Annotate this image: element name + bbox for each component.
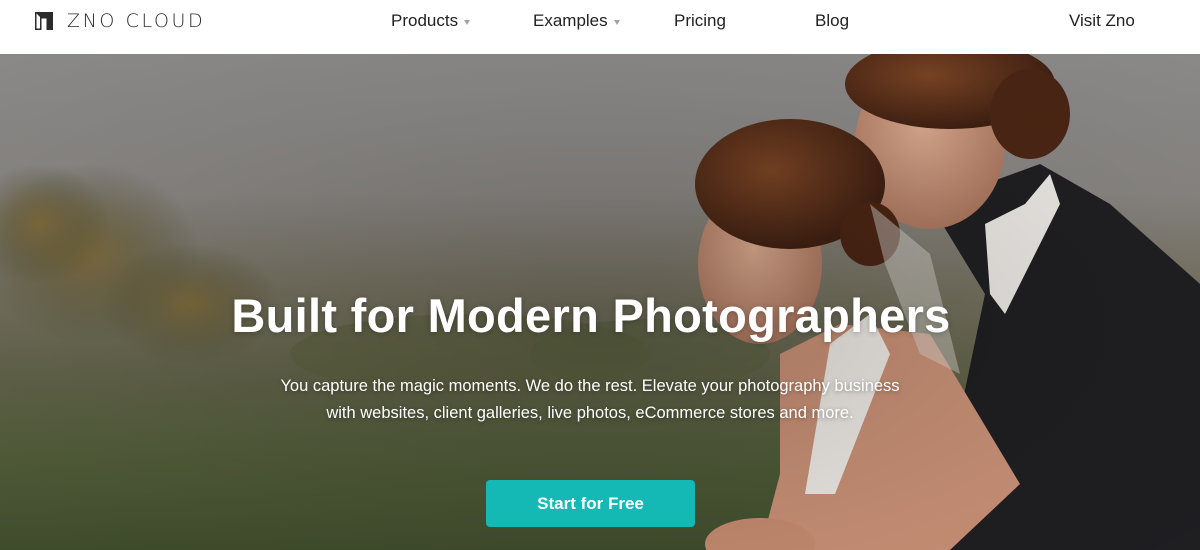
brand-logo[interactable]: ZNO CLOUD — [34, 10, 205, 32]
brand-name: ZNO CLOUD — [67, 10, 206, 32]
hero-title: Built for Modern Photographers — [231, 289, 951, 342]
start-for-free-button[interactable]: Start for Free — [486, 480, 695, 527]
nav-pricing-label: Pricing — [674, 11, 726, 30]
nav-pricing[interactable]: Pricing — [674, 10, 726, 32]
hero-subtitle: You capture the magic moments. We do the… — [230, 373, 950, 427]
zno-logo-icon — [35, 12, 53, 30]
hero-section: Built for Modern Photographers You captu… — [0, 54, 1200, 550]
visit-zno-link[interactable]: Visit Zno — [1069, 10, 1135, 32]
chevron-down-icon — [464, 19, 471, 25]
site-header: ZNO CLOUD Products Examples Pricing Blog… — [0, 0, 1200, 54]
nav-products-label: Products — [391, 11, 459, 30]
visit-zno-label: Visit Zno — [1069, 11, 1135, 30]
chevron-down-icon — [613, 19, 620, 25]
nav-blog[interactable]: Blog — [815, 10, 849, 32]
hero-subtitle-line-1: You capture the magic moments. We do the… — [280, 377, 900, 395]
nav-products[interactable]: Products — [391, 10, 471, 32]
nav-examples-label: Examples — [533, 11, 608, 30]
nav-blog-label: Blog — [815, 11, 850, 30]
hero-subtitle-line-2: with websites, client galleries, live ph… — [326, 404, 854, 422]
nav-examples[interactable]: Examples — [533, 10, 620, 32]
